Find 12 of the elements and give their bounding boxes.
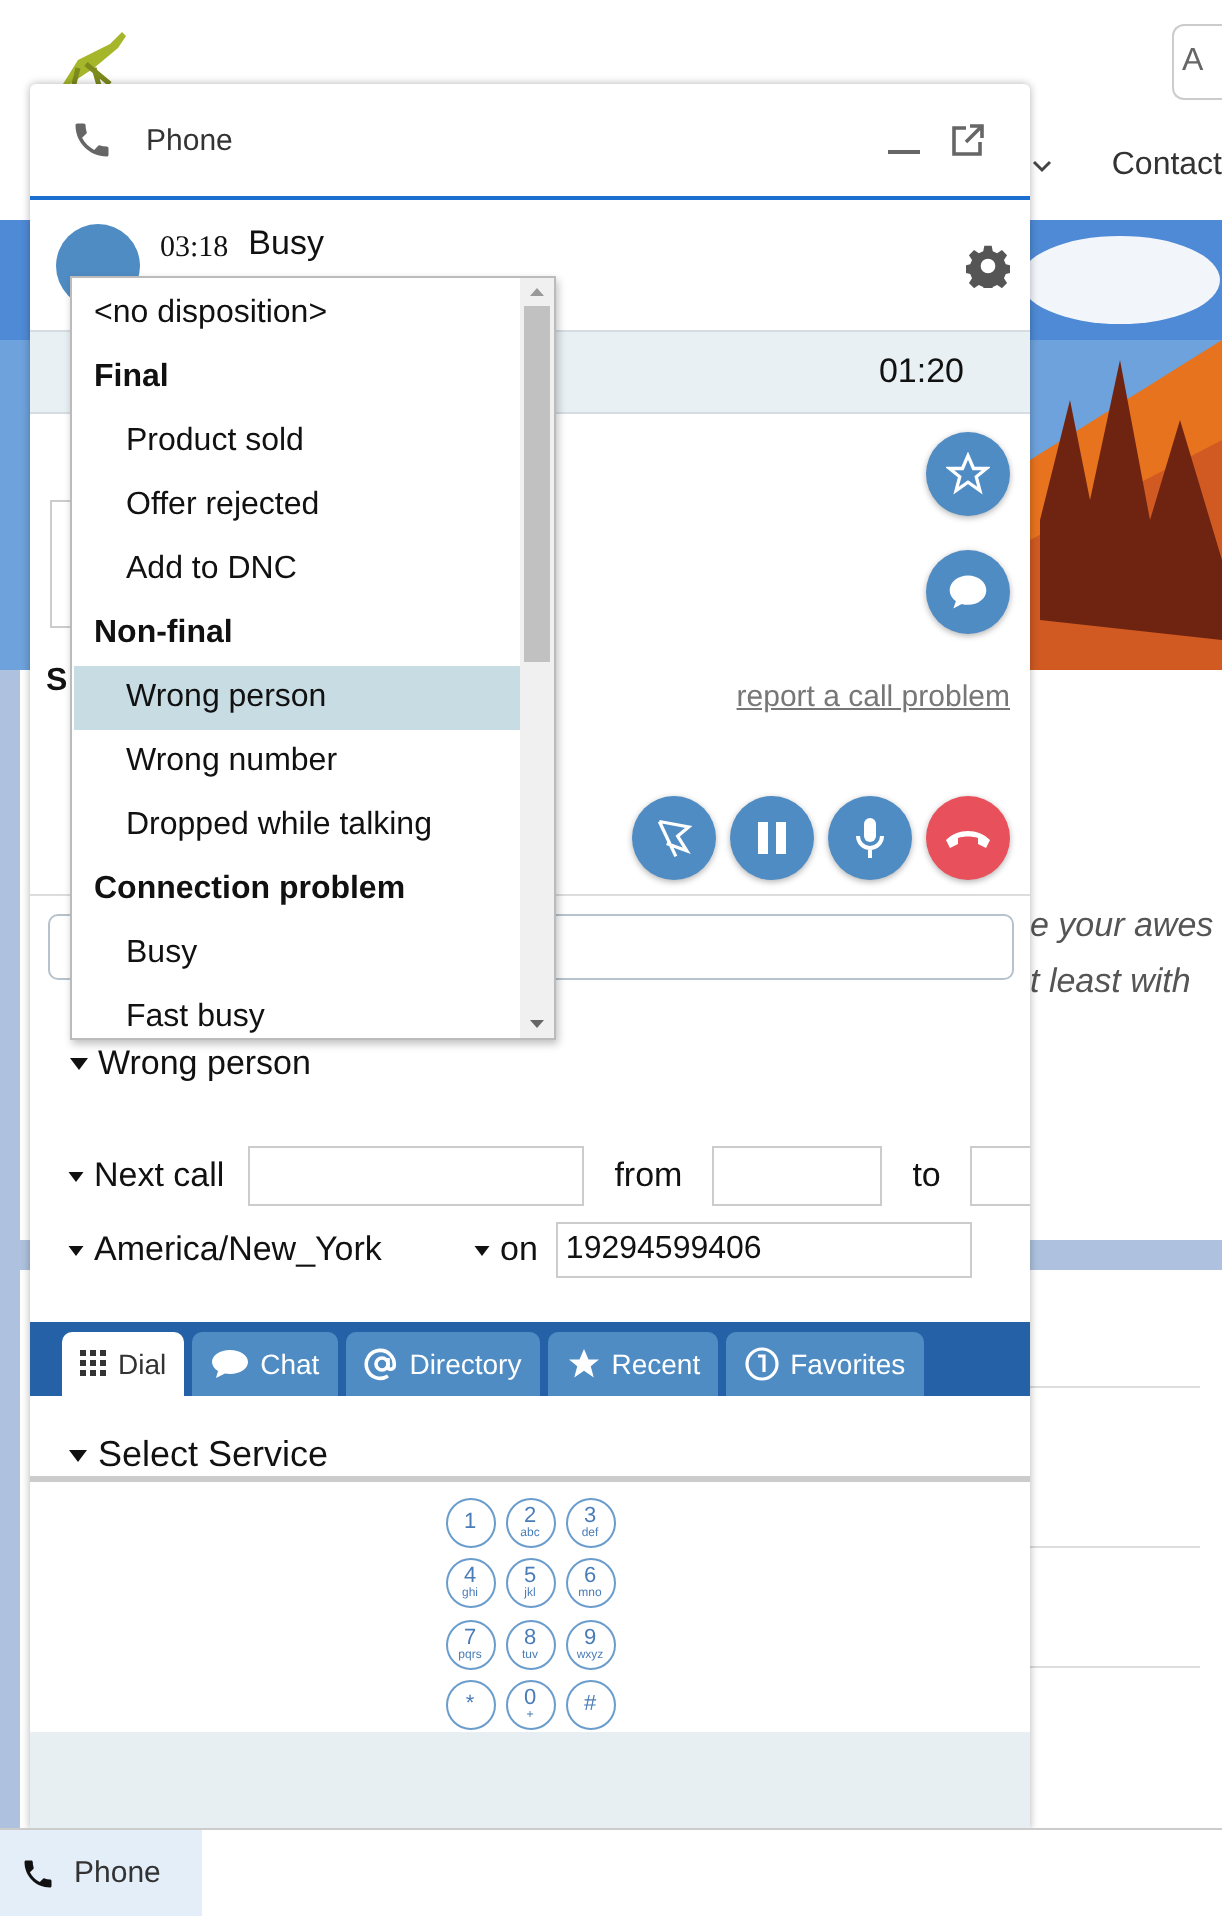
to-label: to — [912, 1156, 941, 1196]
section-heading: S — [46, 664, 68, 700]
panel-title: Phone — [146, 123, 233, 157]
card-text: t least with — [1030, 962, 1193, 1002]
from-label: from — [614, 1156, 683, 1196]
call-status: Busy — [248, 224, 324, 264]
card-text: e your awes — [1030, 906, 1214, 946]
call-timer: 03:18 — [160, 232, 229, 266]
menu-group-label: Non-final — [92, 614, 235, 654]
menu-group-label: Connection problem — [92, 870, 408, 910]
call-duration: 01:20 — [878, 352, 964, 392]
menu-group-label: Final — [92, 358, 171, 398]
